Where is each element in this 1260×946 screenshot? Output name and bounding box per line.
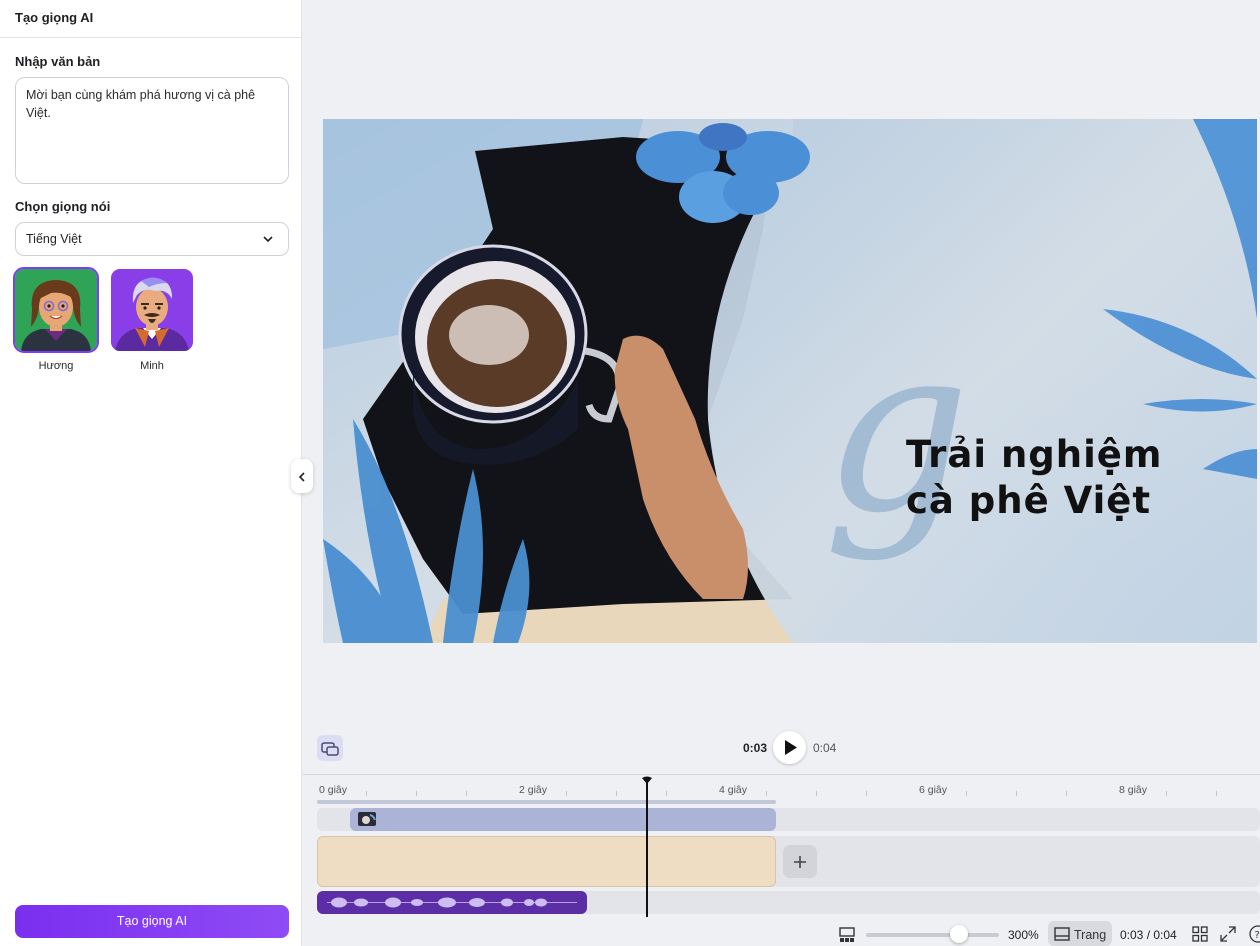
ruler-tick (966, 791, 967, 796)
playhead-handle-icon (642, 776, 652, 784)
voice-name: Hương (38, 360, 74, 372)
design-canvas[interactable]: g Trải nghiệm cà phê Việt (323, 119, 1257, 643)
tick-label: 0 giây (319, 784, 348, 796)
waveform-icon (327, 897, 577, 908)
ruler-tick (866, 791, 867, 796)
fullscreen-icon[interactable] (1220, 926, 1236, 942)
tick-label: 2 giây (519, 784, 548, 796)
avatar (13, 267, 99, 353)
play-button[interactable] (773, 731, 806, 764)
canvas-title[interactable]: Trải nghiệm cà phê Việt (906, 432, 1162, 524)
clip-link-button[interactable] (317, 735, 343, 761)
tick-label: 6 giây (919, 784, 948, 796)
zoom-slider-handle[interactable] (950, 925, 968, 943)
canvas-title-line2: cà phê Việt (906, 479, 1152, 522)
panel-title: Tạo giọng AI (0, 0, 301, 38)
ruler-tick (1016, 791, 1017, 796)
grid-icon[interactable] (1192, 926, 1208, 942)
bottom-bar: 300% Trang 0:03 / 0:04 ? (303, 920, 1260, 946)
language-select[interactable]: Tiếng Việt (15, 222, 289, 256)
chevron-down-icon (263, 236, 273, 243)
zoom-slider[interactable] (866, 933, 999, 937)
voice-name: Minh (140, 360, 164, 372)
voice-select-label: Chọn giọng nói (15, 199, 111, 214)
page-view-label: Trang (1074, 928, 1107, 942)
collapse-panel-button[interactable] (291, 459, 313, 493)
text-input[interactable]: Mời bạn cùng khám phá hương vị cà phê Vi… (15, 77, 289, 184)
ruler-tick (566, 791, 567, 796)
ruler-tick (466, 791, 467, 796)
ruler-tick (366, 791, 367, 796)
svg-text:?: ? (1255, 930, 1260, 941)
layout-icon[interactable] (838, 926, 856, 944)
time-readout: 0:03 / 0:04 (1120, 928, 1177, 942)
voice-option-minh[interactable]: Minh (111, 269, 193, 372)
ruler-tick (1166, 791, 1167, 796)
playhead[interactable] (642, 776, 652, 917)
tick-label: 4 giây (719, 784, 748, 796)
add-page-button[interactable] (783, 845, 817, 878)
page-icon (1054, 927, 1070, 941)
page-view-button[interactable]: Trang (1048, 921, 1112, 946)
ruler-tick (766, 791, 767, 796)
current-time: 0:03 (743, 741, 768, 755)
total-duration: 0:04 (813, 741, 837, 755)
ruler-tick (1216, 791, 1217, 796)
ruler-tick (1066, 791, 1067, 796)
ruler-tick (416, 791, 417, 796)
help-icon[interactable]: ? (1249, 925, 1260, 943)
tick-label: 8 giây (1119, 784, 1148, 796)
canvas-title-line1: Trải nghiệm (906, 433, 1163, 476)
avatar (111, 269, 193, 351)
ruler-tick (816, 791, 817, 796)
add-icon (794, 855, 806, 868)
canvas-artwork: g (323, 119, 1257, 643)
audio-clip[interactable] (317, 891, 587, 914)
ruler-tick (666, 791, 667, 796)
text-input-label: Nhập văn bản (15, 54, 101, 69)
play-icon (785, 740, 797, 755)
zoom-level: 300% (1008, 928, 1039, 942)
generate-voice-button[interactable]: Tạo giọng AI (15, 905, 289, 938)
page-clip[interactable] (317, 836, 776, 887)
voice-option-huong[interactable]: Hương (13, 267, 99, 372)
ai-voice-panel: Tạo giọng AI Nhập văn bản Mời bạn cùng k… (0, 0, 302, 946)
clip-thumbnail-icon (358, 812, 376, 826)
video-clip[interactable] (350, 808, 776, 831)
clip-link-icon (321, 742, 339, 756)
track-top-strip (317, 800, 776, 804)
language-select-value: Tiếng Việt (26, 232, 82, 246)
chevron-left-icon (298, 472, 305, 482)
ruler-tick (616, 791, 617, 796)
timeline-ruler[interactable]: 0 giây 2 giây 4 giây 6 giây 8 giây (303, 774, 1260, 802)
